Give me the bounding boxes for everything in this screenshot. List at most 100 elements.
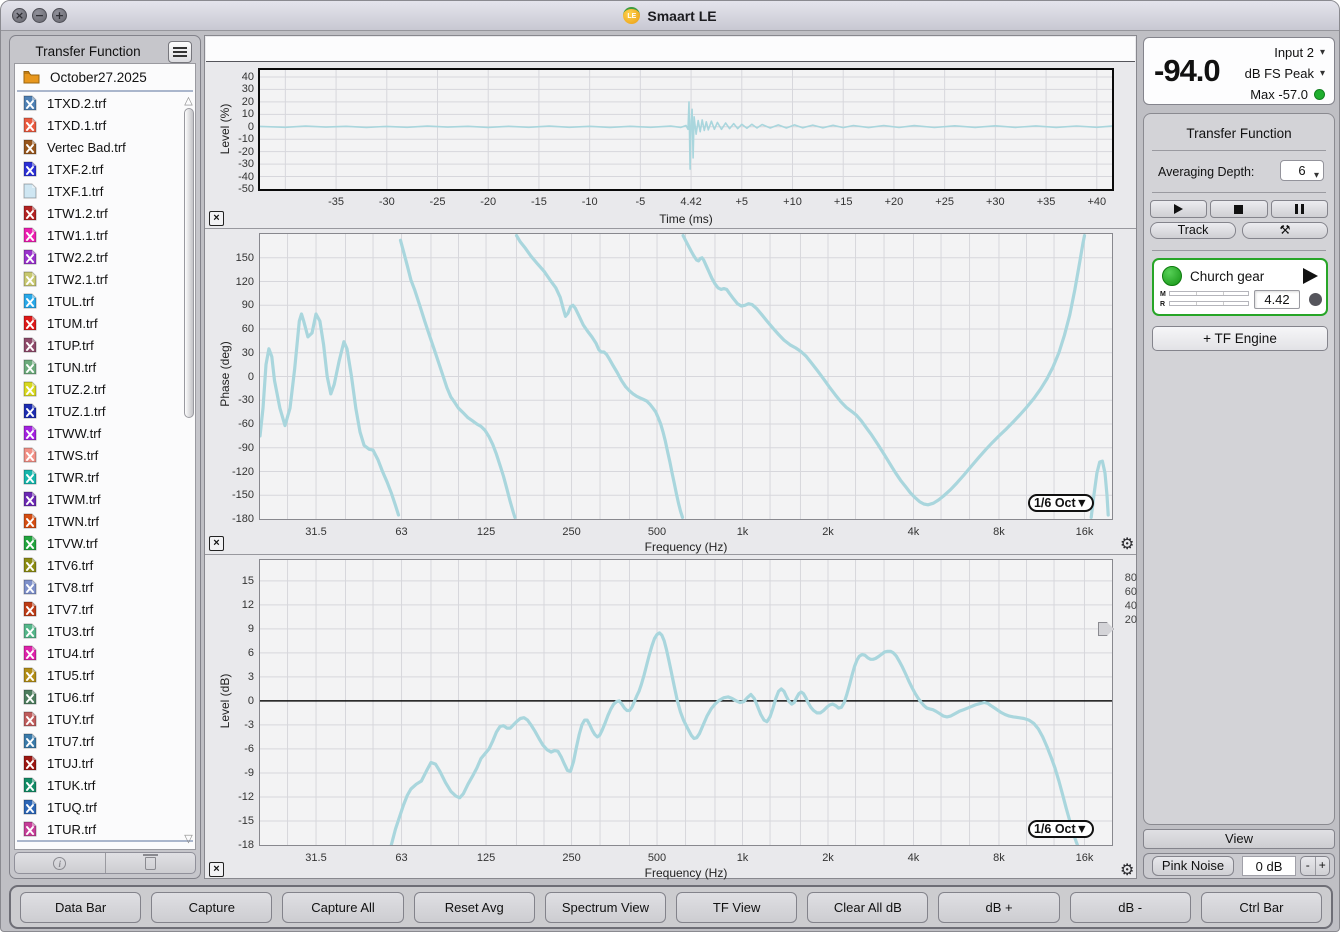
file-list-item[interactable]: 1TWS.trf bbox=[15, 444, 195, 466]
delay-time-field[interactable]: 4.42 bbox=[1254, 290, 1300, 309]
x-tick-label: -25 bbox=[413, 196, 463, 208]
impulse-plot[interactable] bbox=[258, 68, 1114, 191]
averaging-depth-select[interactable]: 6 ▾ bbox=[1280, 160, 1324, 181]
toolbar-button-ctrl-bar[interactable]: Ctrl Bar bbox=[1201, 892, 1322, 923]
file-list-item[interactable]: 1TUM.trf bbox=[15, 312, 195, 334]
info-button[interactable]: i bbox=[15, 853, 105, 873]
file-list-item[interactable]: 1TWM.trf bbox=[15, 488, 195, 510]
file-name: 1TV8.trf bbox=[47, 580, 93, 595]
toolbar-button-clear-all-db[interactable]: Clear All dB bbox=[807, 892, 928, 923]
toolbar-button-data-bar[interactable]: Data Bar bbox=[20, 892, 141, 923]
engine-play-icon[interactable] bbox=[1303, 268, 1318, 284]
info-icon: i bbox=[53, 857, 66, 870]
magnitude-settings-gear-icon[interactable]: ⚙ bbox=[1120, 863, 1134, 879]
file-list-item[interactable]: 1TV8.trf bbox=[15, 576, 195, 598]
file-list-item[interactable]: 1TW1.2.trf bbox=[15, 202, 195, 224]
file-name: 1TXF.1.trf bbox=[47, 184, 103, 199]
file-list-item[interactable]: 1TUZ.1.trf bbox=[15, 400, 195, 422]
file-list-item[interactable]: 1TV7.trf bbox=[15, 598, 195, 620]
phase-plot[interactable] bbox=[259, 233, 1113, 520]
view-button[interactable]: View bbox=[1143, 829, 1335, 849]
close-magnitude-plot-button[interactable]: × bbox=[209, 862, 224, 877]
file-list-item[interactable]: 1TU4.trf bbox=[15, 642, 195, 664]
delete-button[interactable] bbox=[105, 853, 196, 873]
file-list-item[interactable]: 1TXD.2.trf bbox=[15, 92, 195, 114]
file-list-item[interactable]: 1TXF.2.trf bbox=[15, 158, 195, 180]
tf-engine-church-gear[interactable]: Church gear M R 4.42 bbox=[1152, 258, 1328, 316]
generator-level-up-button[interactable]: + bbox=[1315, 857, 1330, 875]
sidebar-menu-button[interactable] bbox=[168, 41, 192, 63]
signal-status-led bbox=[1314, 89, 1325, 100]
file-list-item[interactable]: 1TW2.1.trf bbox=[15, 268, 195, 290]
y-tick-label: 9 bbox=[210, 623, 254, 635]
y-tick-label: 15 bbox=[210, 575, 254, 587]
toolbar-button-db-[interactable]: dB - bbox=[1070, 892, 1191, 923]
scrollbar-thumb[interactable] bbox=[184, 108, 194, 418]
toolbar-button-spectrum-view[interactable]: Spectrum View bbox=[545, 892, 666, 923]
pink-noise-button[interactable]: Pink Noise bbox=[1152, 856, 1234, 876]
hamburger-icon bbox=[169, 47, 191, 57]
trash-icon bbox=[145, 857, 156, 870]
file-list-item[interactable]: 1TUZ.2.trf bbox=[15, 378, 195, 400]
file-list-item[interactable]: 1TU5.trf bbox=[15, 664, 195, 686]
toolbar-button-db-[interactable]: dB + bbox=[938, 892, 1059, 923]
generator-level-down-button[interactable]: - bbox=[1301, 857, 1315, 875]
magnitude-smoothing-menu[interactable]: 1/6 Oct▼ bbox=[1028, 820, 1094, 838]
file-list-item[interactable]: 1TW2.2.trf bbox=[15, 246, 195, 268]
folder-icon bbox=[23, 70, 40, 84]
folder-item[interactable]: October27.2025 bbox=[15, 64, 195, 90]
pause-button[interactable] bbox=[1271, 200, 1328, 218]
file-icon bbox=[23, 469, 37, 485]
file-list-item[interactable]: 1TUR.trf bbox=[15, 818, 195, 840]
magnitude-plot[interactable] bbox=[259, 559, 1113, 846]
add-tf-engine-button[interactable]: + TF Engine bbox=[1152, 326, 1328, 351]
x-tick-label: 8k bbox=[974, 526, 1024, 538]
folder-item[interactable] bbox=[15, 842, 195, 850]
window-title-area: LE Smaart LE bbox=[1, 1, 1339, 30]
file-list-item[interactable]: 1TU7.trf bbox=[15, 730, 195, 752]
close-phase-plot-button[interactable]: × bbox=[209, 536, 224, 551]
file-list-item[interactable]: 1TU6.trf bbox=[15, 686, 195, 708]
delay-find-button[interactable] bbox=[1309, 293, 1322, 306]
toolbar-button-capture-all[interactable]: Capture All bbox=[282, 892, 403, 923]
y-tick-label: -90 bbox=[210, 442, 254, 454]
stop-button[interactable] bbox=[1210, 200, 1267, 218]
phase-settings-gear-icon[interactable]: ⚙ bbox=[1120, 537, 1134, 553]
toolbar-button-tf-view[interactable]: TF View bbox=[676, 892, 797, 923]
file-icon bbox=[23, 645, 37, 661]
file-list-item[interactable]: 1TUP.trf bbox=[15, 334, 195, 356]
file-list-item[interactable]: 1TUY.trf bbox=[15, 708, 195, 730]
file-list-item[interactable]: Vertec Bad.trf bbox=[15, 136, 195, 158]
play-button[interactable] bbox=[1150, 200, 1207, 218]
file-list-item[interactable]: 1TUL.trf bbox=[15, 290, 195, 312]
file-list-item[interactable]: 1TUJ.trf bbox=[15, 752, 195, 774]
file-list-item[interactable]: 1TW1.1.trf bbox=[15, 224, 195, 246]
file-list-item[interactable]: 1TV6.trf bbox=[15, 554, 195, 576]
file-list-item[interactable]: 1TWR.trf bbox=[15, 466, 195, 488]
close-impulse-plot-button[interactable]: × bbox=[209, 211, 224, 226]
file-list-item[interactable]: 1TUK.trf bbox=[15, 774, 195, 796]
file-list-item[interactable]: 1TWW.trf bbox=[15, 422, 195, 444]
file-list-item[interactable]: 1TXF.1.trf bbox=[15, 180, 195, 202]
x-tick-label: -30 bbox=[362, 196, 412, 208]
file-list-item[interactable]: 1TWN.trf bbox=[15, 510, 195, 532]
phase-smoothing-menu[interactable]: 1/6 Oct▼ bbox=[1028, 494, 1094, 512]
file-list-item[interactable]: 1TU3.trf bbox=[15, 620, 195, 642]
file-list-item[interactable]: 1TUN.trf bbox=[15, 356, 195, 378]
track-button[interactable]: Track bbox=[1150, 222, 1236, 239]
toolbar-button-capture[interactable]: Capture bbox=[151, 892, 272, 923]
meter-scale-select[interactable]: dB FS Peak▾ bbox=[1245, 66, 1325, 81]
title-bar[interactable]: × − + LE Smaart LE bbox=[1, 1, 1339, 31]
input-select[interactable]: Input 2▾ bbox=[1274, 45, 1325, 60]
tools-button[interactable]: ⚒ bbox=[1242, 222, 1328, 239]
scrollbar-up-icon[interactable]: △ bbox=[182, 94, 195, 107]
scrollbar-down-icon[interactable]: ▽ bbox=[182, 832, 195, 845]
y-tick-label: 0 bbox=[210, 695, 254, 707]
toolbar-button-reset-avg[interactable]: Reset Avg bbox=[414, 892, 535, 923]
file-name: 1TW2.2.trf bbox=[47, 250, 108, 265]
file-list[interactable]: October27.20251TXD.2.trf1TXD.1.trfVertec… bbox=[14, 63, 196, 850]
file-list-item[interactable]: 1TVW.trf bbox=[15, 532, 195, 554]
file-list-item[interactable]: 1TUQ.trf bbox=[15, 796, 195, 818]
file-list-item[interactable]: 1TXD.1.trf bbox=[15, 114, 195, 136]
engine-active-led[interactable] bbox=[1162, 266, 1182, 286]
